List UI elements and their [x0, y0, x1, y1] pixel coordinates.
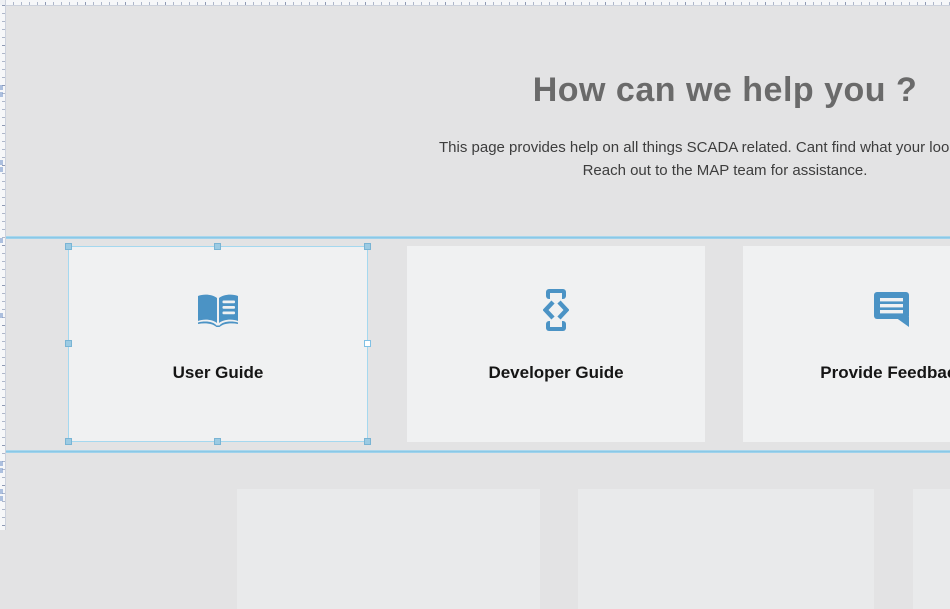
resize-handle-n[interactable] [214, 243, 221, 250]
card-placeholder-2[interactable] [578, 489, 874, 609]
subtitle-line-1: This page provides help on all things SC… [5, 136, 950, 159]
chat-feedback-icon [873, 290, 913, 330]
page: How can we help you ? This page provides… [5, 5, 950, 530]
subtitle-line-2: Reach out to the MAP team for assistance… [5, 159, 950, 182]
page-subtitle[interactable]: This page provides help on all things SC… [5, 136, 950, 182]
resize-handle-sw[interactable] [65, 438, 72, 445]
card-placeholder-1[interactable] [237, 489, 540, 609]
open-book-icon [196, 290, 240, 330]
ruler-corner [0, 0, 5, 5]
resize-handle-se[interactable] [364, 438, 371, 445]
card-label-developer-guide: Developer Guide [488, 363, 623, 383]
resize-handle-s[interactable] [214, 438, 221, 445]
card-provide-feedback[interactable]: Provide Feedback [743, 246, 950, 442]
mobile-code-icon [543, 290, 569, 330]
resize-handle-w[interactable] [65, 340, 72, 347]
section-bottom-border [5, 450, 950, 453]
horizontal-ruler [0, 0, 950, 6]
card-placeholder-3[interactable] [913, 489, 950, 609]
resize-handle-e[interactable] [364, 340, 371, 347]
resize-handle-nw[interactable] [65, 243, 72, 250]
card-developer-guide[interactable]: Developer Guide [407, 246, 705, 442]
section-top-border [5, 236, 950, 239]
card-label-provide-feedback: Provide Feedback [820, 363, 950, 383]
card-label-user-guide: User Guide [173, 363, 264, 383]
resize-handle-ne[interactable] [364, 243, 371, 250]
editor-canvas: { "page": { "title": "How can we help yo… [0, 0, 950, 530]
page-title[interactable]: How can we help you ? [5, 66, 950, 114]
vertical-ruler [0, 0, 6, 530]
card-user-guide[interactable]: User Guide [68, 246, 368, 442]
